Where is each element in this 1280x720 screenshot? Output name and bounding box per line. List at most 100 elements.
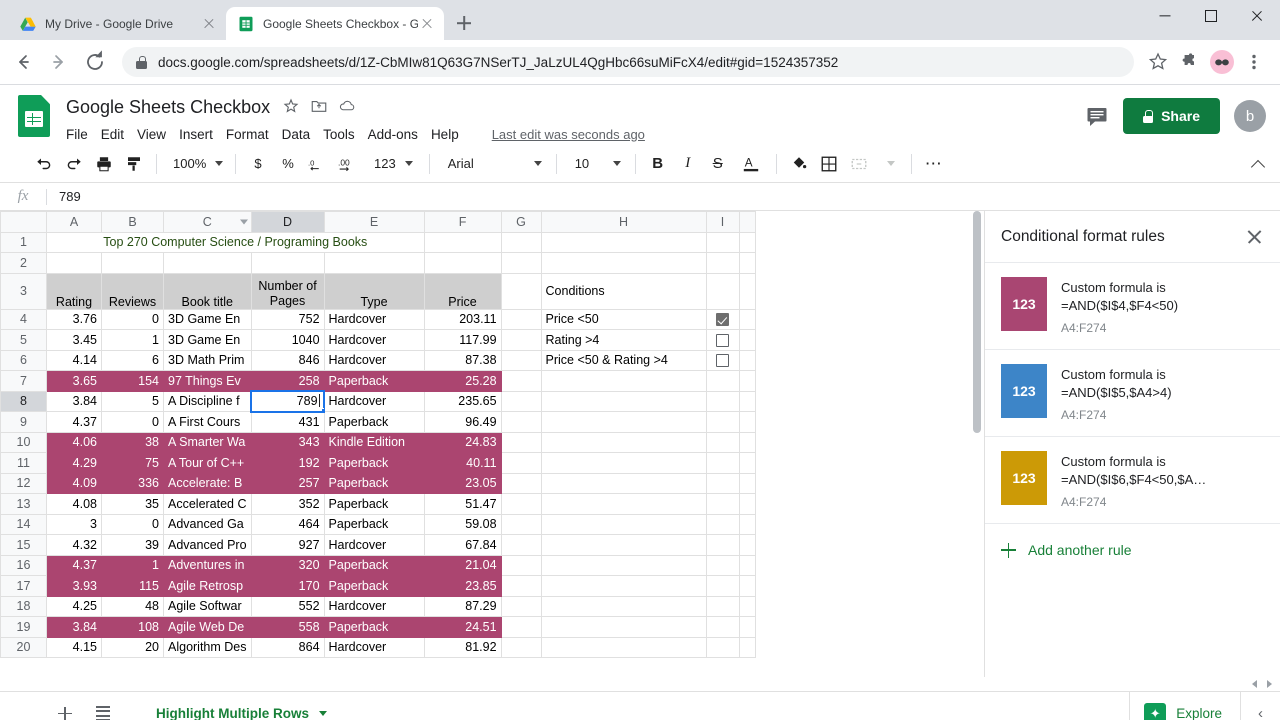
cell-condition-label-17[interactable]: [540, 575, 707, 597]
cell-h2[interactable]: [540, 252, 707, 274]
cell-type-16[interactable]: Paperback: [323, 554, 425, 576]
cell-reviews-18[interactable]: 48: [101, 595, 164, 617]
cell-g1[interactable]: [423, 231, 502, 253]
cell-condition-label-14[interactable]: [540, 513, 707, 535]
row-header-11[interactable]: 11: [0, 452, 47, 474]
cell-price-14[interactable]: 59.08: [423, 513, 502, 535]
cell-g-4[interactable]: [500, 308, 542, 330]
reload-icon[interactable]: [80, 47, 110, 77]
share-button[interactable]: Share: [1123, 98, 1220, 134]
cell-rating-10[interactable]: 4.06: [46, 431, 102, 453]
col-header-type[interactable]: Type: [323, 272, 425, 310]
cell-price-13[interactable]: 51.47: [423, 493, 502, 515]
cell-type-11[interactable]: Paperback: [323, 452, 425, 474]
cell-book-title-19[interactable]: Agile Web De: [163, 616, 252, 638]
cell-condition-label-4[interactable]: Price <50: [540, 308, 707, 330]
row-header-4[interactable]: 4: [0, 308, 47, 330]
cell-reviews-15[interactable]: 39: [101, 534, 164, 556]
merge-cells-icon[interactable]: [845, 150, 873, 178]
cell-j-16[interactable]: [738, 554, 756, 576]
decrease-decimal-button[interactable]: .0: [304, 150, 332, 178]
cell-book-title-4[interactable]: 3D Game En: [163, 308, 252, 330]
cell-price-15[interactable]: 67.84: [423, 534, 502, 556]
conditions-header-cell[interactable]: Conditions: [540, 272, 707, 310]
cell-price-16[interactable]: 21.04: [423, 554, 502, 576]
row-header-6[interactable]: 6: [0, 349, 47, 371]
cell-condition-label-8[interactable]: [540, 390, 707, 412]
cell-condition-label-12[interactable]: [540, 472, 707, 494]
window-close-button[interactable]: [1234, 0, 1280, 32]
cell-g-6[interactable]: [500, 349, 542, 371]
cell-pages-18[interactable]: 552: [250, 595, 325, 617]
cell-rating-8[interactable]: 3.84: [46, 390, 102, 412]
cell-type-9[interactable]: Paperback: [323, 411, 425, 433]
cell-g2[interactable]: [500, 252, 542, 274]
cell-rating-7[interactable]: 3.65: [46, 370, 102, 392]
cell-condition-label-19[interactable]: [540, 616, 707, 638]
close-icon[interactable]: [418, 15, 436, 33]
cell-rating-11[interactable]: 4.29: [46, 452, 102, 474]
collapse-panel-button[interactable]: ‹: [1240, 691, 1280, 720]
col-header-price[interactable]: Price: [423, 272, 502, 310]
cell-price-8[interactable]: 235.65: [423, 390, 502, 412]
cell-type-7[interactable]: Paperback: [323, 370, 425, 392]
cell-type-18[interactable]: Hardcover: [323, 595, 425, 617]
add-sheet-icon[interactable]: [48, 697, 82, 720]
cell-g-14[interactable]: [500, 513, 542, 535]
cell-condition-label-20[interactable]: [540, 636, 707, 658]
menu-add-ons[interactable]: Add-ons: [368, 127, 418, 142]
cell-a2[interactable]: [46, 252, 102, 274]
menu-file[interactable]: File: [66, 127, 88, 142]
cell-type-5[interactable]: Hardcover: [323, 329, 425, 351]
cell-c2[interactable]: [163, 252, 252, 274]
format-rule-2[interactable]: 123 Custom formula is =AND($I$5,$A4>4) A4:F…: [985, 350, 1280, 437]
minimize-button[interactable]: [1142, 0, 1188, 32]
more-options-icon[interactable]: ⋯: [920, 150, 948, 178]
cell-g-20[interactable]: [500, 636, 542, 658]
cell-pages-9[interactable]: 431: [250, 411, 325, 433]
cell-price-18[interactable]: 87.29: [423, 595, 502, 617]
row-header-10[interactable]: 10: [0, 431, 47, 453]
font-select[interactable]: Arial: [438, 150, 548, 178]
cell-price-20[interactable]: 81.92: [423, 636, 502, 658]
cell-price-11[interactable]: 40.11: [423, 452, 502, 474]
cell-condition-checkbox-9[interactable]: [705, 411, 740, 433]
column-header-e[interactable]: E: [323, 211, 425, 233]
cell-condition-label-9[interactable]: [540, 411, 707, 433]
cell-price-10[interactable]: 24.83: [423, 431, 502, 453]
cell-type-6[interactable]: Hardcover: [323, 349, 425, 371]
cell-j-11[interactable]: [738, 452, 756, 474]
cell-reviews-9[interactable]: 0: [101, 411, 164, 433]
cell-rating-13[interactable]: 4.08: [46, 493, 102, 515]
cell-condition-checkbox-11[interactable]: [705, 452, 740, 474]
cell-i3[interactable]: [705, 272, 740, 310]
cell-rating-19[interactable]: 3.84: [46, 616, 102, 638]
font-size-select[interactable]: 10: [565, 150, 627, 178]
vertical-scrollbar[interactable]: [970, 211, 984, 663]
comment-history-icon[interactable]: [1085, 105, 1109, 127]
cell-condition-label-15[interactable]: [540, 534, 707, 556]
cell-book-title-13[interactable]: Accelerated C: [163, 493, 252, 515]
cell-type-17[interactable]: Paperback: [323, 575, 425, 597]
merge-dropdown-icon[interactable]: [875, 150, 903, 178]
cell-book-title-18[interactable]: Agile Softwar: [163, 595, 252, 617]
cell-g-8[interactable]: [500, 390, 542, 412]
cell-j-12[interactable]: [738, 472, 756, 494]
zoom-select[interactable]: 100%: [165, 150, 227, 178]
add-another-rule-button[interactable]: Add another rule: [985, 524, 1280, 576]
spreadsheet-grid[interactable]: A B C D E F G H I 1 Top 270 Computer Sci…: [0, 211, 984, 677]
column-header-g[interactable]: G: [500, 211, 542, 233]
cell-g-9[interactable]: [500, 411, 542, 433]
increase-decimal-button[interactable]: .00: [334, 150, 364, 178]
menu-help[interactable]: Help: [431, 127, 459, 142]
cell-g-7[interactable]: [500, 370, 542, 392]
cell-rating-17[interactable]: 3.93: [46, 575, 102, 597]
profile-avatar[interactable]: [1208, 48, 1236, 76]
cell-j-15[interactable]: [738, 534, 756, 556]
cell-book-title-9[interactable]: A First Cours: [163, 411, 252, 433]
cell-book-title-17[interactable]: Agile Retrosp: [163, 575, 252, 597]
cell-condition-label-5[interactable]: Rating >4: [540, 329, 707, 351]
cell-g-16[interactable]: [500, 554, 542, 576]
cell-j-19[interactable]: [738, 616, 756, 638]
row-header-15[interactable]: 15: [0, 534, 47, 556]
